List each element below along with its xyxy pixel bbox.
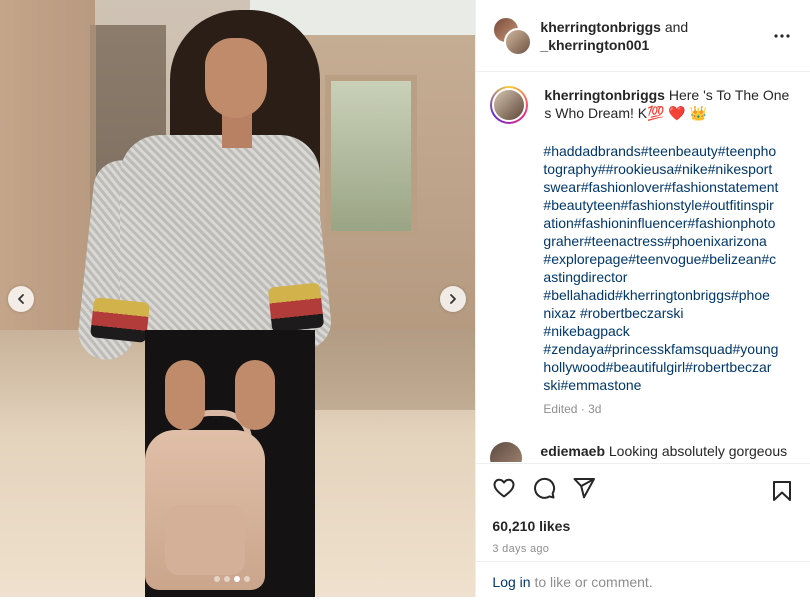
carousel-dot [224,576,230,582]
hashtag-line[interactable]: swear#fashionlover#fashionstatement [543,178,793,196]
avatar[interactable] [490,442,523,462]
hashtag-line[interactable]: #nikebagpack [543,322,793,340]
header-user1-link[interactable]: kherringtonbriggs [540,19,661,35]
hashtag-line[interactable]: #beautyteen#fashionstyle#outfitinspir [543,196,793,214]
bookmark-icon[interactable] [770,479,794,503]
login-prompt-text: to like or comment. [530,574,653,590]
header-user2-link[interactable]: _kherrington001 [540,37,649,53]
collab-names: kherringtonbriggs and _kherrington001 [540,18,688,54]
sleeve-stripe-left [90,297,150,343]
chevron-left-icon [18,294,24,304]
action-icons [476,464,810,512]
hashtag-line[interactable]: tography##rookieusa#nike#nikesport [543,160,793,178]
post-dialog: kherringtonbriggs and _kherrington001 kh… [0,0,810,598]
caption-text: kherringtonbriggs Here 's To The Ones Wh… [544,86,794,124]
like-count[interactable]: 60,210 likes [476,518,810,534]
more-horizontal-icon [774,34,790,38]
post-photo[interactable] [0,0,476,597]
post-side-panel: kherringtonbriggs and _kherrington001 kh… [475,0,810,598]
carousel-next-button[interactable] [440,286,466,312]
photo-window [325,75,417,237]
carousel-dot [234,576,240,582]
hashtag-line[interactable]: #bellahadid#kherringtonbriggs#phoe [543,286,793,304]
post-header: kherringtonbriggs and _kherrington001 [476,0,810,72]
hashtag-line[interactable]: nixaz #robertbeczarski [543,304,793,322]
carousel-prev-button[interactable] [8,286,34,312]
model-face [205,38,267,118]
backpack-pocket [165,505,245,575]
edited-timestamp: Edited · 3d [543,402,602,416]
caption-username-link[interactable]: kherringtonbriggs [544,87,665,103]
comment-text: ediemaeb Looking absolutely gorgeous [540,442,787,462]
chevron-right-icon [450,294,456,304]
login-link[interactable]: Log in [492,574,530,590]
hashtag-line[interactable]: ation#fashioninfluencer#fashionphoto [543,214,793,232]
hashtag-line[interactable]: #haddadbrands#teenbeauty#teenpho [543,142,793,160]
post-actions: 60,210 likes 3 days ago Log in to like o… [476,463,810,598]
header-joiner: and [664,18,689,35]
model-hand-right [235,360,275,430]
heart-icon[interactable] [492,476,516,500]
carousel-dot [244,576,250,582]
hashtags: #haddadbrands#teenbeauty#teenpho tography… [543,142,793,394]
collab-avatars[interactable] [492,15,533,56]
post-timestamp[interactable]: 3 days ago [476,543,810,555]
avatar[interactable] [504,27,533,56]
hashtag-line[interactable]: ski#emmastone [543,376,793,394]
more-options-button[interactable] [770,24,794,48]
caption-row: kherringtonbriggs Here 's To The Ones Wh… [476,72,810,124]
comment-row: ediemaeb Looking absolutely gorgeous [476,428,810,462]
photo-shadow [300,330,476,410]
hashtag-line[interactable]: astingdirector [543,268,793,286]
carousel-dot [214,576,220,582]
hashtag-line[interactable]: graher#teenactress#phoenixarizona [543,232,793,250]
comments-scroll-area[interactable]: kherringtonbriggs Here 's To The Ones Wh… [476,72,810,462]
carousel-dots [214,576,250,582]
hashtag-line[interactable]: hollywood#beautifulgirl#robertbeczar [543,358,793,376]
avatar[interactable] [490,86,529,124]
login-prompt: Log in to like or comment. [476,561,810,602]
model-hand-left [165,360,205,430]
sleeve-stripe-right [267,282,325,333]
comment-body: Looking absolutely gorgeous [608,443,788,459]
comment-icon[interactable] [532,476,556,500]
hashtag-line[interactable]: #explorepage#teenvogue#belizean#c [543,250,793,268]
hashtag-line[interactable]: #zendaya#princesskfamsquad#young [543,340,793,358]
share-icon[interactable] [572,476,596,500]
comment-username-link[interactable]: ediemaeb [540,443,605,459]
